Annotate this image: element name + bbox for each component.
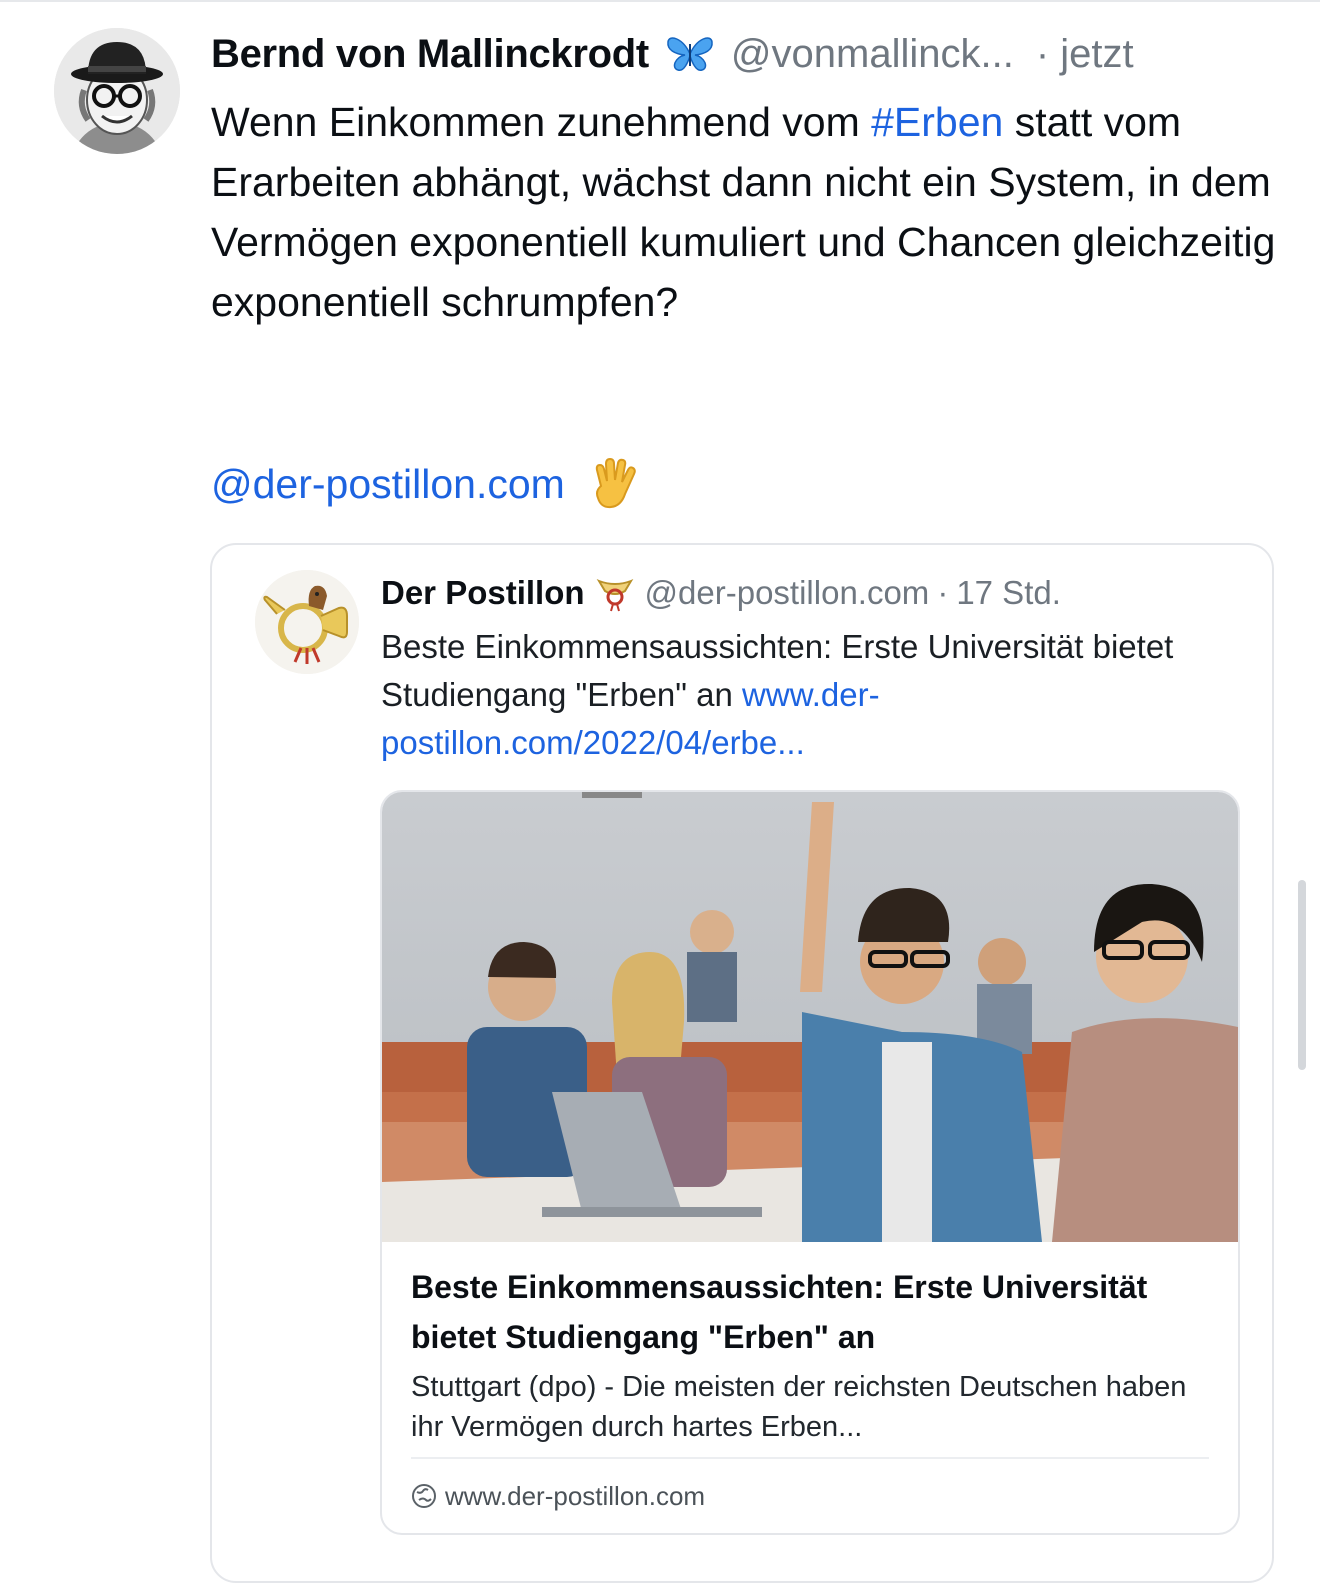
post-header: Bernd von Mallinckrodt @vonmallinck... ·… bbox=[211, 24, 1291, 84]
link-preview-description: Stuttgart (dpo) - Die meisten der reichs… bbox=[411, 1371, 1187, 1443]
post-horn-icon bbox=[595, 573, 635, 613]
post-text-before: Wenn Einkommen zunehmend vom bbox=[211, 99, 872, 145]
author-handle[interactable]: @vonmallinck... bbox=[731, 32, 1014, 77]
quoted-post-header: Der Postillon @der-postillon.com · 17 St… bbox=[381, 565, 1061, 621]
quoted-post-card[interactable]: Der Postillon @der-postillon.com · 17 St… bbox=[210, 543, 1274, 1583]
top-divider bbox=[0, 0, 1320, 2]
link-preview-domain-row[interactable]: www.der-postillon.com bbox=[411, 1476, 705, 1516]
link-preview-divider bbox=[411, 1457, 1209, 1459]
author-name[interactable]: Bernd von Mallinckrodt bbox=[211, 32, 649, 77]
quoted-author-name[interactable]: Der Postillon bbox=[381, 574, 585, 612]
quoted-author-handle[interactable]: @der-postillon.com bbox=[645, 574, 930, 612]
mention-link[interactable]: @der-postillon.com bbox=[211, 461, 565, 508]
quoted-separator: · bbox=[937, 574, 949, 611]
author-avatar[interactable] bbox=[54, 28, 180, 154]
link-preview-title[interactable]: Beste Einkommensaussichten: Erste Univer… bbox=[411, 1262, 1211, 1362]
lecture-hall-photo[interactable] bbox=[382, 792, 1238, 1242]
post-text: Wenn Einkommen zunehmend vom #Erben stat… bbox=[211, 92, 1281, 332]
post-time[interactable]: · jetzt bbox=[1036, 32, 1134, 77]
link-preview-card[interactable]: Beste Einkommensaussichten: Erste Univer… bbox=[380, 790, 1240, 1535]
scrollbar[interactable] bbox=[1298, 880, 1306, 1070]
hashtag-link[interactable]: #Erben bbox=[871, 99, 1003, 145]
butterfly-icon bbox=[665, 34, 715, 74]
raised-hand-icon bbox=[587, 456, 641, 512]
link-preview-domain: www.der-postillon.com bbox=[445, 1480, 706, 1511]
globe-icon bbox=[411, 1483, 437, 1509]
quoted-post-text: Beste Einkommensaussichten: Erste Univer… bbox=[381, 623, 1211, 767]
mention-line: @der-postillon.com bbox=[211, 452, 641, 516]
quoted-post-time[interactable]: 17 Std. bbox=[956, 574, 1061, 612]
quoted-author-avatar[interactable] bbox=[255, 570, 359, 674]
